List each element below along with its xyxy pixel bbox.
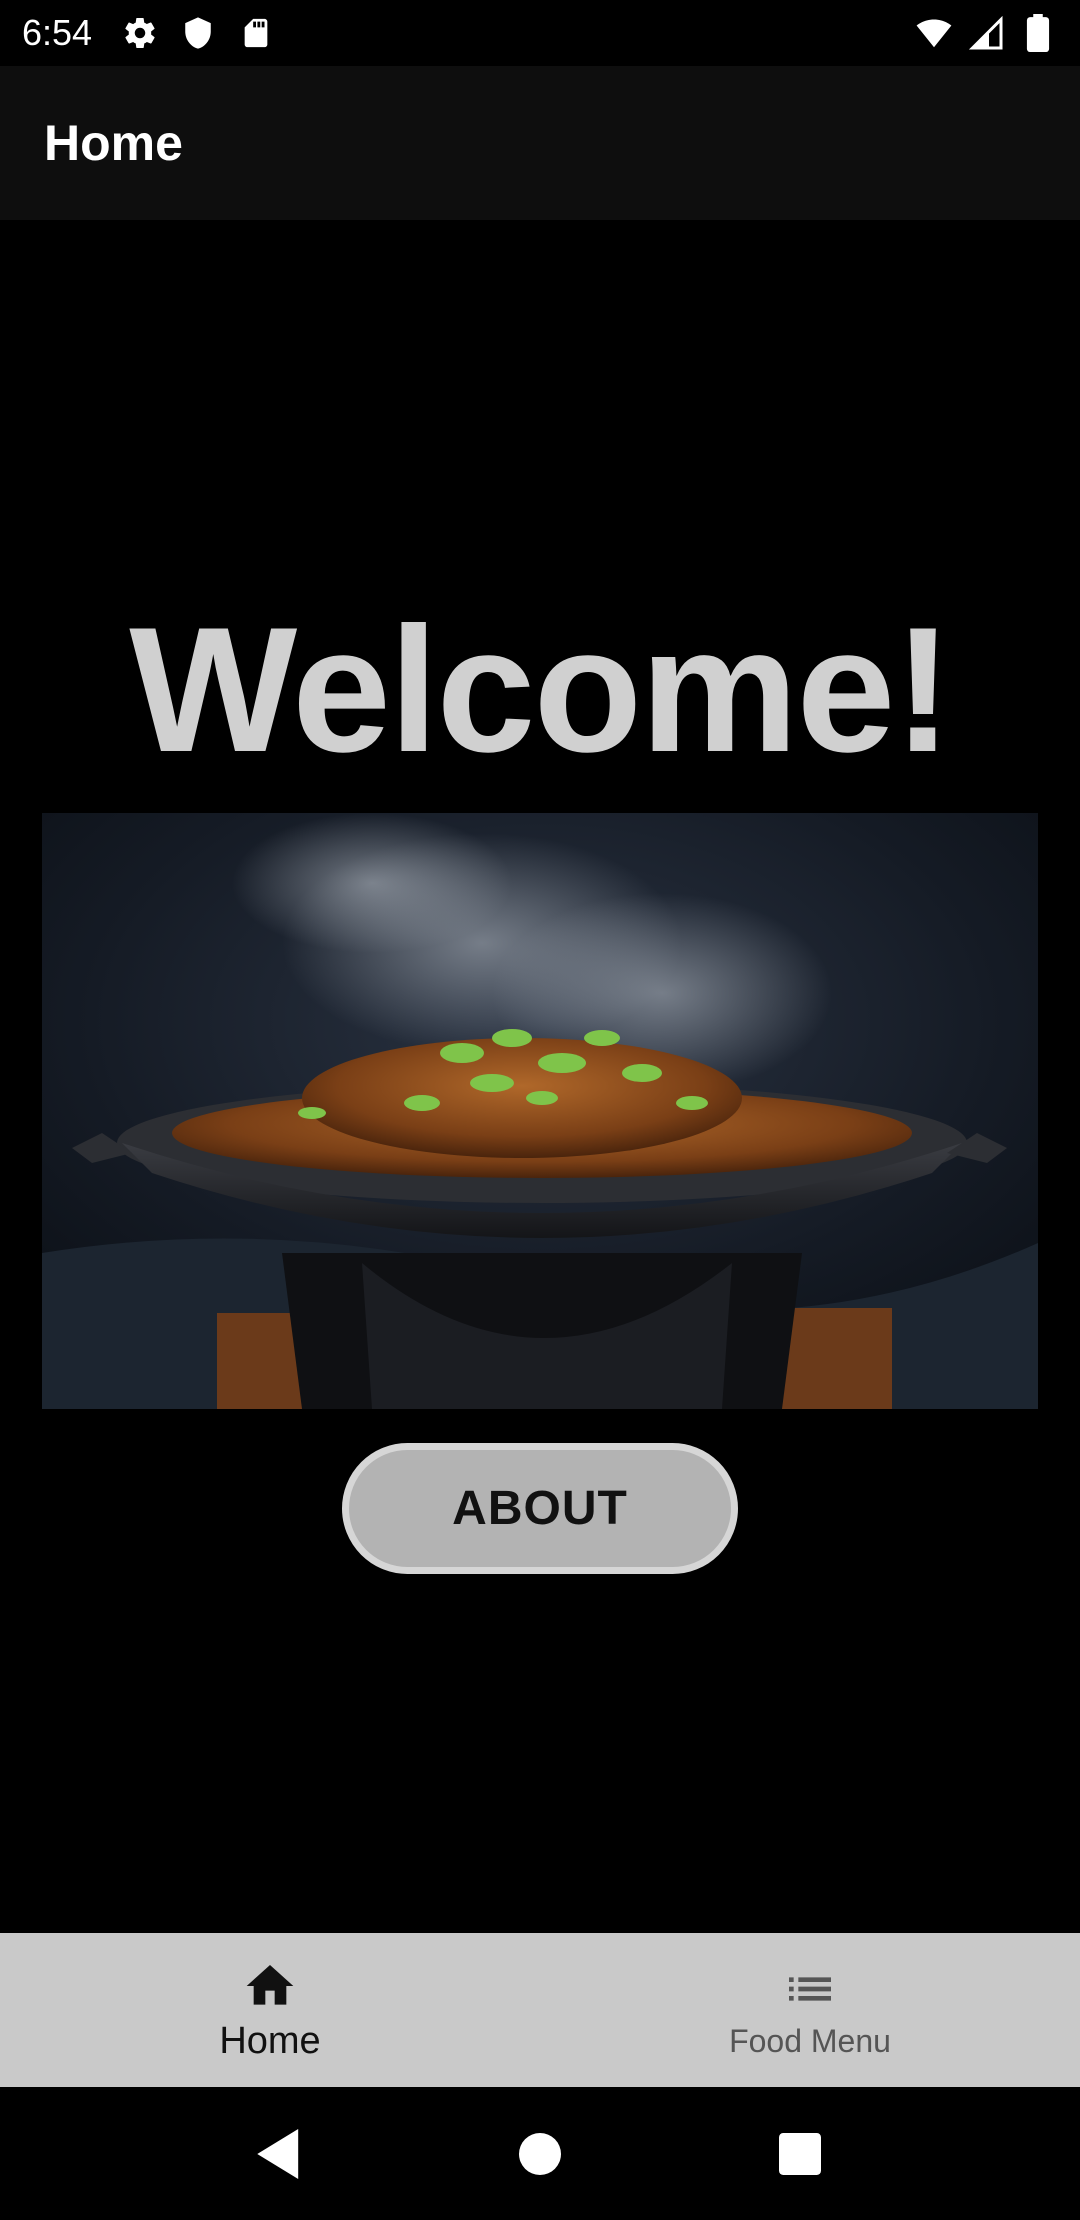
status-time: 6:54 — [22, 12, 93, 53]
signal-icon — [966, 13, 1006, 53]
nav-item-home[interactable]: Home — [0, 1933, 540, 2087]
nav-item-food-menu[interactable]: Food Menu — [540, 1933, 1080, 2087]
about-button[interactable]: ABOUT — [342, 1443, 738, 1574]
status-icons-left — [120, 13, 276, 53]
nav-label-food-menu: Food Menu — [729, 2022, 891, 2059]
bottom-navigation: Home Food Menu — [0, 1933, 1080, 2087]
top-app-bar: Home — [0, 66, 1080, 220]
page-title: Home — [44, 115, 183, 171]
sd-card-icon — [236, 13, 276, 53]
status-bar: 6:54 — [0, 0, 1080, 66]
settings-icon — [120, 13, 160, 53]
list-icon — [782, 1961, 838, 2017]
recents-icon[interactable] — [770, 2124, 830, 2184]
home-icon — [242, 1958, 298, 2014]
status-icons-right — [914, 13, 1058, 53]
wifi-icon — [914, 13, 954, 53]
app-screen: 6:54 Home Welcome! ABOUT Home Food Menu — [0, 0, 1080, 2220]
food-dish-photo — [42, 813, 1038, 1409]
shield-icon — [178, 13, 218, 53]
system-navigation-bar — [0, 2087, 1080, 2220]
nav-label-home: Home — [219, 2019, 321, 2062]
home-circle-icon[interactable] — [510, 2124, 570, 2184]
battery-icon — [1018, 13, 1058, 53]
back-icon[interactable] — [250, 2124, 310, 2184]
welcome-heading: Welcome! — [129, 590, 953, 789]
